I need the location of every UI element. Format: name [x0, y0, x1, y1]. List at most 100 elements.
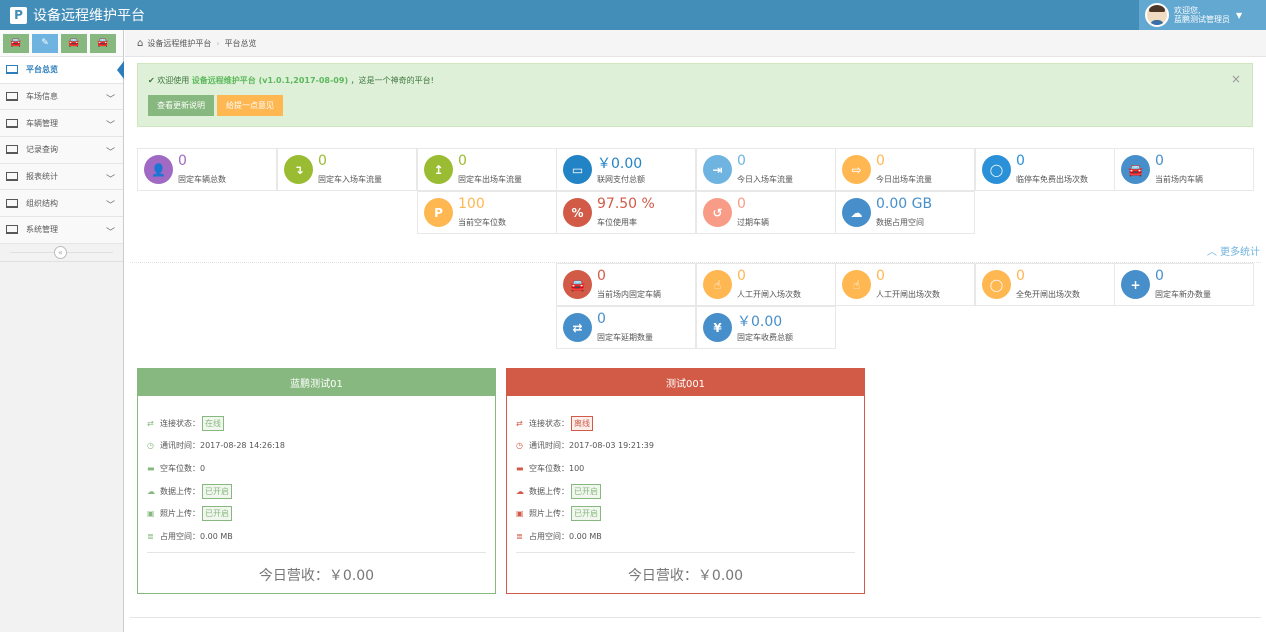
stat-tile: ☝ 0 人工开闸出场次数	[835, 263, 975, 306]
close-icon[interactable]: ×	[1231, 72, 1241, 86]
user-icon: 👤	[144, 155, 173, 184]
check-icon: ✔	[148, 76, 155, 85]
stat-label: 今日出场车流量	[876, 175, 932, 184]
stat-value: 0	[1016, 153, 1025, 169]
station-revenue: 今日营收：￥0.00	[147, 552, 486, 585]
exchange-icon: ⇄	[147, 418, 154, 428]
hand-pointer-icon: ☝	[842, 270, 871, 299]
station-data-upload-row: ☁ 数据上传： 已开启	[516, 480, 855, 503]
station-revenue: 今日营收：￥0.00	[516, 552, 855, 585]
stat-value: 0	[178, 153, 187, 169]
station-status-row: ⇄ 连接状态： 在线	[147, 412, 486, 435]
brand[interactable]: P 设备远程维护平台	[10, 5, 145, 25]
cloud-upload-icon: ☁	[516, 486, 524, 496]
stat-tile: ↥ 0 固定车出场车流量	[417, 148, 557, 191]
breadcrumb-current: 平台总览	[224, 38, 257, 48]
stat-tile: ☝ 0 人工开闸入场次数	[696, 263, 836, 306]
chevron-down-icon: ﹀	[105, 94, 115, 105]
station-card: 蓝鹏测试01 ⇄ 连接状态： 在线 ◷ 通讯时间： 2017-08-28 14:26:1…	[137, 368, 496, 594]
station-comm-row: ◷ 通讯时间： 2017-08-28 14:26:18	[147, 441, 285, 451]
shortcut-pencil-button[interactable]: ✎	[32, 33, 58, 53]
stat-value: 97.50 %	[597, 196, 655, 212]
car-icon: 🚘	[10, 38, 22, 48]
cloud-icon: ☁	[842, 198, 871, 227]
sidebar-item-organization[interactable]: 组织结构 ﹀	[0, 190, 123, 218]
car-icon: 🚘	[1121, 155, 1150, 184]
stat-label: 固定车辆总数	[178, 175, 226, 184]
stat-value: 0	[1155, 153, 1164, 169]
sidebar-item-records[interactable]: 记录查询 ﹀	[0, 137, 123, 164]
desktop-icon	[6, 92, 18, 102]
divider	[130, 262, 1261, 263]
app-title: 设备远程维护平台	[33, 8, 145, 24]
status-badge: 在线	[202, 415, 224, 431]
stat-label: 联网支付总额	[597, 175, 645, 184]
stat-tile: ◯ 0 全免开闸出场次数	[975, 263, 1115, 306]
sidebar-item-lots[interactable]: 车场信息 ﹀	[0, 83, 123, 111]
caret-down-icon: ▼	[1236, 10, 1243, 20]
more-stats-link[interactable]: ︿ 更多统计	[1207, 243, 1260, 258]
stat-tile: ▭ ￥0.00 联网支付总额	[556, 148, 696, 191]
stat-label: 今日入场车流量	[737, 175, 793, 184]
exit-arrow-icon: ↥	[424, 155, 453, 184]
station-name: 测试001	[507, 369, 864, 396]
stat-label: 固定车入场车流量	[318, 175, 382, 184]
desktop-icon	[6, 198, 18, 208]
shortcut-car-button[interactable]: 🚘	[90, 33, 116, 53]
breadcrumb: ⌂ 设备远程维护平台 › 平台总览	[125, 30, 1266, 57]
database-icon: ≣	[516, 531, 523, 541]
car-icon: ▬	[516, 463, 524, 473]
breadcrumb-home-link[interactable]: 设备远程维护平台	[147, 38, 211, 49]
stat-value: 0	[318, 153, 327, 169]
station-photo-upload-row: ▣ 照片上传： 已开启	[516, 502, 855, 525]
collapse-sidebar-icon[interactable]: «	[54, 245, 67, 259]
stat-tile: ☁ 0.00 GB 数据占用空间	[835, 191, 975, 234]
car-icon: 🚘	[97, 38, 109, 48]
chevron-down-icon: ﹀	[105, 121, 115, 132]
desktop-icon	[6, 118, 18, 128]
stat-tile: ⇄ 0 固定车延期数量	[556, 306, 696, 349]
shortcut-car-button[interactable]: 🚘	[61, 33, 87, 53]
clock-icon: ◷	[147, 441, 154, 451]
stat-value: 0	[876, 153, 885, 169]
desktop-icon	[6, 225, 18, 235]
stat-label: 全免开闸出场次数	[1016, 290, 1080, 299]
sidebar-item-system[interactable]: 系统管理 ﹀	[0, 217, 123, 244]
cloud-upload-icon: ☁	[147, 486, 155, 496]
stat-tile: ⇥ 0 今日入场车流量	[696, 148, 836, 191]
sidebar-item-label: 平台总览	[26, 65, 58, 75]
stat-label: 固定车收费总额	[737, 333, 793, 342]
sidebar-item-vehicles[interactable]: 车辆管理 ﹀	[0, 110, 123, 138]
stat-label: 数据占用空间	[876, 218, 924, 227]
car-icon: ▬	[147, 463, 155, 473]
station-status-row: ⇄ 连接状态： 离线	[516, 412, 855, 435]
user-greeting: 欢迎您,	[1174, 6, 1201, 15]
home-icon[interactable]: ⌂	[137, 38, 143, 49]
database-icon: ≣	[147, 531, 154, 541]
shortcut-car-button[interactable]: 🚘	[3, 33, 29, 53]
chevron-down-icon: ﹀	[105, 201, 115, 212]
chevron-down-icon: ﹀	[105, 228, 115, 239]
sidebar-item-reports[interactable]: 报表统计 ﹀	[0, 163, 123, 191]
chevron-down-icon: ﹀	[105, 174, 115, 185]
stat-tile: ⇨ 0 今日出场车流量	[835, 148, 975, 191]
user-menu[interactable]: 欢迎您, 蓝鹏测试管理员 ▼	[1139, 0, 1266, 30]
stat-value: 0.00 GB	[876, 196, 933, 212]
credit-card-icon: ▭	[563, 155, 592, 184]
stat-label: 人工开闸出场次数	[876, 290, 940, 299]
stat-value: ￥0.00	[597, 156, 643, 172]
retweet-icon: ⇄	[563, 313, 592, 342]
changelog-button[interactable]: 查看更新说明	[148, 95, 214, 116]
plus-icon: +	[1121, 270, 1150, 299]
station-name: 蓝鹏测试01	[138, 369, 495, 396]
feedback-button[interactable]: 给提一点意见	[217, 95, 283, 116]
stat-tile: +0 固定车新办数量	[1114, 263, 1254, 306]
picture-icon: ▣	[147, 509, 155, 519]
stat-value: 100	[458, 196, 485, 212]
desktop-icon	[6, 145, 18, 155]
sign-in-icon: ⇥	[703, 155, 732, 184]
alert-suffix: ，这是一个神奇的平台!	[350, 76, 434, 85]
stat-label: 当前场内固定车辆	[597, 290, 661, 299]
stat-tile: ¥ ￥0.00 固定车收费总额	[696, 306, 836, 349]
sidebar-item-overview[interactable]: 平台总览	[0, 57, 124, 84]
